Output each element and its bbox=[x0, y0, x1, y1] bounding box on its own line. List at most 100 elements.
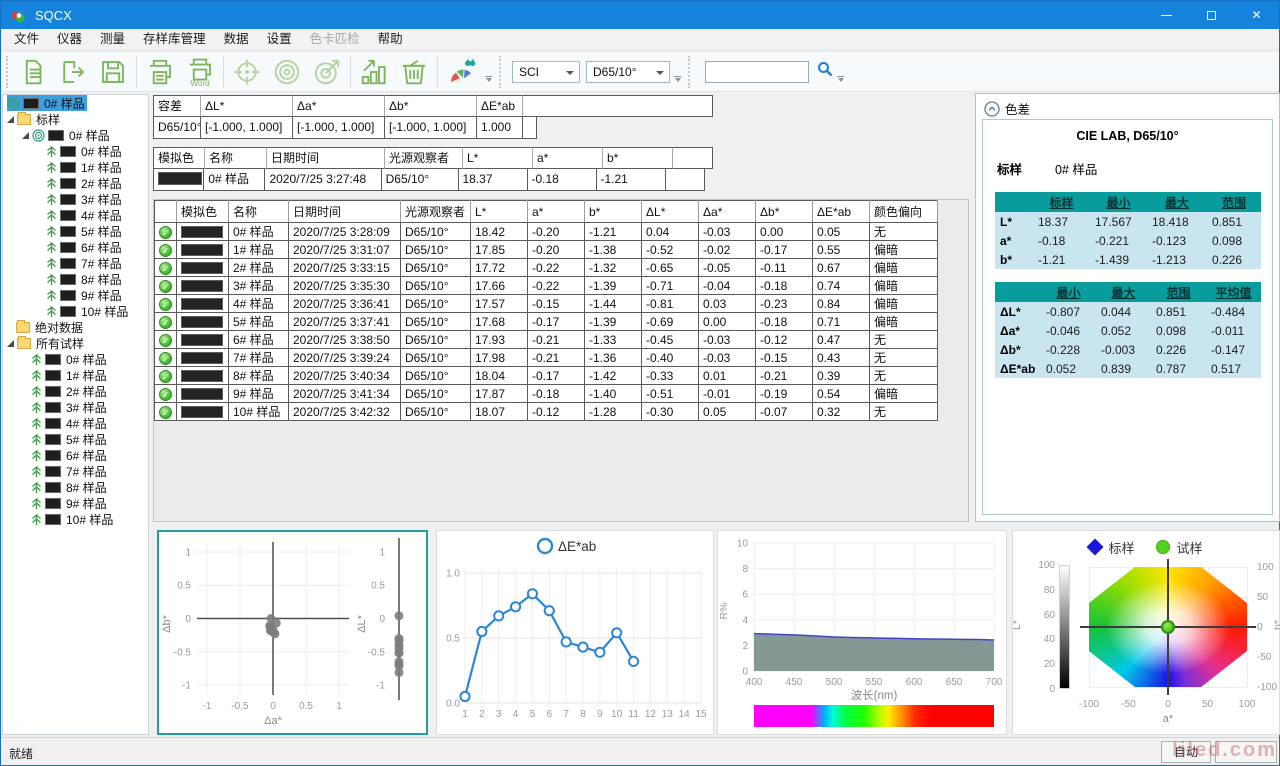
delta-ab-scatter-chart-card[interactable]: -1-0.500.51-1-0.500.51Δa*Δb*-1-0.500.51Δ… bbox=[157, 530, 428, 735]
tree-item-6# 样品[interactable]: 6# 样品 bbox=[3, 447, 148, 463]
tree-item-9# 样品[interactable]: 9# 样品 bbox=[3, 287, 148, 303]
print-button[interactable] bbox=[140, 54, 180, 90]
sample-sprout-icon bbox=[31, 433, 42, 446]
tree-item-10# 样品[interactable]: 10# 样品 bbox=[3, 511, 148, 527]
close-button[interactable]: ✕ bbox=[1234, 1, 1279, 29]
tree-item-绝对数据[interactable]: 绝对数据 bbox=[3, 319, 148, 335]
target-icon bbox=[32, 129, 45, 142]
tree-expander-icon[interactable] bbox=[7, 116, 14, 123]
tree-item-0# 样品[interactable]: 0# 样品 bbox=[3, 95, 148, 111]
tree-expander-icon[interactable] bbox=[7, 340, 14, 347]
application-window: SQCX ✕ 文件仪器测量存样库管理数据设置色卡匹检帮助 WordSCID65/… bbox=[0, 0, 1280, 766]
menu-item-3[interactable]: 测量 bbox=[91, 29, 134, 50]
new-document-icon bbox=[18, 57, 48, 87]
table-row[interactable]: ✓3# 样品2020/7/25 3:35:30D65/10°17.66-0.22… bbox=[155, 277, 938, 295]
tick-label: ΔL* bbox=[356, 614, 368, 632]
tree-item-0# 样品[interactable]: 0# 样品 bbox=[3, 127, 148, 143]
data-cell: 0.32 bbox=[813, 403, 870, 421]
data-point-marker bbox=[629, 657, 638, 666]
maximize-button[interactable] bbox=[1189, 1, 1234, 29]
color-search-button[interactable] bbox=[441, 54, 481, 90]
collapse-chevron-icon[interactable] bbox=[984, 101, 1000, 117]
table-row[interactable]: ✓6# 样品2020/7/25 3:38:50D65/10°17.93-0.21… bbox=[155, 331, 938, 349]
column-header: L* bbox=[471, 201, 528, 223]
toolbar-overflow-icon[interactable] bbox=[837, 76, 844, 82]
tree-item-5# 样品[interactable]: 5# 样品 bbox=[3, 223, 148, 239]
value-cell: 0.851 bbox=[1207, 212, 1261, 231]
data-cell: 7# 样品 bbox=[229, 349, 289, 367]
close-icon: ✕ bbox=[1251, 9, 1261, 21]
header-filler bbox=[523, 95, 713, 117]
tree-item-content: 3# 样品 bbox=[46, 191, 124, 207]
lab-color-wheel-chart-card[interactable]: 标样试样 100806040200L*100500-50-100b*-100-5… bbox=[1012, 530, 1280, 735]
data-cell: -0.04 bbox=[699, 277, 756, 295]
toolbar-overflow-icon[interactable] bbox=[674, 76, 681, 82]
delete-button[interactable] bbox=[394, 54, 434, 90]
tree-item-2# 样品[interactable]: 2# 样品 bbox=[3, 383, 148, 399]
tree-item-8# 样品[interactable]: 8# 样品 bbox=[3, 479, 148, 495]
tree-item-7# 样品[interactable]: 7# 样品 bbox=[3, 255, 148, 271]
sci-mode-select[interactable]: SCI bbox=[512, 61, 580, 83]
tree-item-标样[interactable]: 标样 bbox=[3, 111, 148, 127]
tick-label: -0.5 bbox=[174, 647, 192, 658]
value-row[interactable]: D65/10°[-1.000, 1.000][-1.000, 1.000][-1… bbox=[153, 117, 713, 139]
value-row: a*-0.18-0.221-0.1230.098 bbox=[995, 231, 1261, 250]
menu-item-2[interactable]: 仪器 bbox=[48, 29, 91, 50]
tree-item-0# 样品[interactable]: 0# 样品 bbox=[3, 143, 148, 159]
menu-item-6[interactable]: 设置 bbox=[258, 29, 301, 50]
overflow-triangle bbox=[838, 78, 844, 82]
table-row[interactable]: ✓4# 样品2020/7/25 3:36:41D65/10°17.57-0.15… bbox=[155, 295, 938, 313]
table-row[interactable]: ✓8# 样品2020/7/25 3:40:34D65/10°18.04-0.17… bbox=[155, 367, 938, 385]
value-cell: -1.439 bbox=[1090, 250, 1147, 269]
tree-item-3# 样品[interactable]: 3# 样品 bbox=[3, 191, 148, 207]
search-input[interactable] bbox=[705, 61, 809, 83]
reflectance-chart-card[interactable]: 4004505005506006507000246810R%波长(nm) bbox=[717, 530, 1007, 735]
minimize-button[interactable] bbox=[1144, 1, 1189, 29]
table-row[interactable]: ✓1# 样品2020/7/25 3:31:07D65/10°17.85-0.20… bbox=[155, 241, 938, 259]
tree-item-3# 样品[interactable]: 3# 样品 bbox=[3, 399, 148, 415]
menu-item-5[interactable]: 数据 bbox=[215, 29, 258, 50]
table-row[interactable]: ✓9# 样品2020/7/25 3:41:34D65/10°17.87-0.18… bbox=[155, 385, 938, 403]
tree-item-4# 样品[interactable]: 4# 样品 bbox=[3, 415, 148, 431]
a-axis-tick: 50 bbox=[1194, 699, 1222, 710]
tick-label: 1.0 bbox=[446, 569, 460, 580]
table-row[interactable]: ✓2# 样品2020/7/25 3:33:15D65/10°17.72-0.22… bbox=[155, 259, 938, 277]
tree-item-所有试样[interactable]: 所有试样 bbox=[3, 335, 148, 351]
absolute-values-table: 标样最小最大范围L*18.3717.56718.4180.851a*-0.18-… bbox=[995, 192, 1261, 269]
menu-item-7[interactable]: 色卡匹检 bbox=[301, 29, 369, 50]
trend-chart-button[interactable] bbox=[354, 54, 394, 90]
tree-item-9# 样品[interactable]: 9# 样品 bbox=[3, 495, 148, 511]
illuminant-observer-select[interactable]: D65/10° bbox=[586, 61, 670, 83]
menu-item-4[interactable]: 存样库管理 bbox=[134, 29, 215, 50]
table-row[interactable]: ✓10# 样品2020/7/25 3:42:32D65/10°18.07-0.1… bbox=[155, 403, 938, 421]
print-word-button[interactable]: Word bbox=[180, 54, 220, 90]
tree-expander-icon[interactable] bbox=[22, 132, 29, 139]
tree-item-4# 样品[interactable]: 4# 样品 bbox=[3, 207, 148, 223]
tree-item-2# 样品[interactable]: 2# 样品 bbox=[3, 175, 148, 191]
delta-ab-scatter-plot: -1-0.500.51-1-0.500.51Δa*Δb*-1-0.500.51Δ… bbox=[159, 532, 426, 731]
tree-item-5# 样品[interactable]: 5# 样品 bbox=[3, 431, 148, 447]
tree-item-8# 样品[interactable]: 8# 样品 bbox=[3, 271, 148, 287]
tree-item-0# 样品[interactable]: 0# 样品 bbox=[3, 351, 148, 367]
table-row[interactable]: ✓5# 样品2020/7/25 3:37:41D65/10°17.68-0.17… bbox=[155, 313, 938, 331]
search-icon[interactable] bbox=[817, 61, 833, 82]
tree-item-6# 样品[interactable]: 6# 样品 bbox=[3, 239, 148, 255]
value-row[interactable]: 0# 样品2020/7/25 3:27:48D65/10°18.37-0.18-… bbox=[153, 169, 713, 191]
table-row[interactable]: ✓7# 样品2020/7/25 3:39:24D65/10°17.98-0.21… bbox=[155, 349, 938, 367]
new-document-button[interactable] bbox=[13, 54, 53, 90]
table-row[interactable]: ✓0# 样品2020/7/25 3:28:09D65/10°18.42-0.20… bbox=[155, 223, 938, 241]
tree-item-content: 标样 bbox=[17, 111, 62, 127]
data-cell: 0.71 bbox=[813, 313, 870, 331]
menu-item-1[interactable]: 文件 bbox=[5, 29, 48, 50]
tree-item-7# 样品[interactable]: 7# 样品 bbox=[3, 463, 148, 479]
export-button[interactable] bbox=[53, 54, 93, 90]
data-cell: 17.72 bbox=[471, 259, 528, 277]
menu-item-8[interactable]: 帮助 bbox=[369, 29, 412, 50]
delta-e-line-chart-card[interactable]: ΔE*ab1234567891011121314150.00.51.0 bbox=[436, 530, 714, 735]
tree-item-1# 样品[interactable]: 1# 样品 bbox=[3, 367, 148, 383]
save-button[interactable] bbox=[93, 54, 133, 90]
toolbar-overflow-icon[interactable] bbox=[485, 76, 492, 82]
sample-sprout-icon bbox=[46, 161, 57, 174]
tree-item-1# 样品[interactable]: 1# 样品 bbox=[3, 159, 148, 175]
tree-item-10# 样品[interactable]: 10# 样品 bbox=[3, 303, 148, 319]
